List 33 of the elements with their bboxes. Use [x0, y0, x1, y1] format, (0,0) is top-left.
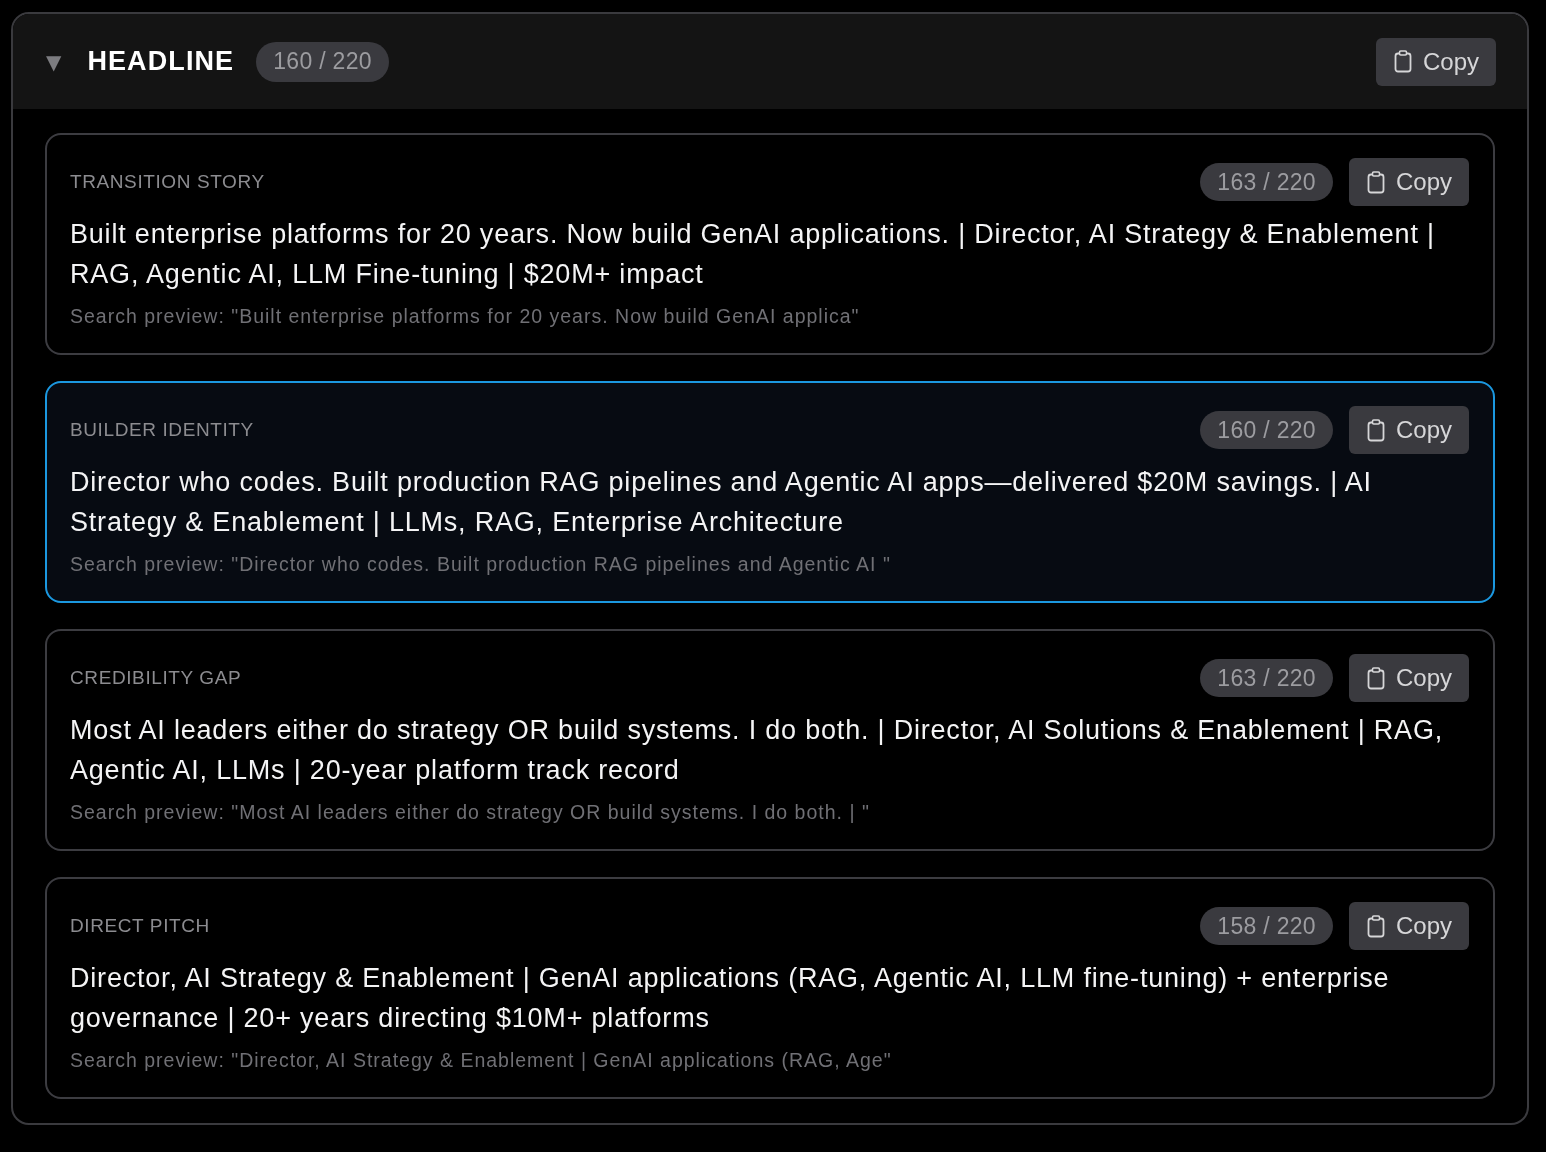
copy-button[interactable]: Copy — [1375, 37, 1496, 86]
headline-card[interactable] — [45, 629, 1495, 851]
clipboard-icon — [1366, 170, 1385, 194]
variant-label: TRANSITION STORY — [70, 171, 265, 193]
clipboard-icon — [1366, 418, 1385, 442]
character-count: 158 / 220 — [1200, 907, 1333, 945]
headline-text: Director who codes. Built production RAG pipelines and Agentic AI apps—delivered $20M savings. | AI Strategy & Enablement | LLMs, RAG, Enterprise Architecture — [70, 466, 1373, 539]
clipboard-icon — [1393, 50, 1412, 73]
search-preview: Search preview: "Director who codes. Built production RAG pipelines and Agentic AI " — [70, 552, 892, 577]
headline-card[interactable] — [45, 877, 1495, 1099]
search-preview: Search preview: "Most AI leaders either do strategy OR build systems. I do both. | " — [70, 800, 871, 825]
variant-label: DIRECT PITCH — [70, 915, 210, 937]
search-preview: Search preview: "Built enterprise platforms for 20 years. Now build GenAI applica" — [70, 304, 861, 329]
search-preview: Search preview: "Director, AI Strategy & Enablement | GenAI applications (RAG, Age" — [70, 1048, 893, 1073]
character-count: 160 / 220 — [1200, 411, 1333, 449]
copy-button[interactable]: Copy — [1348, 158, 1469, 206]
headline-text: Director, AI Strategy & Enablement | GenAI applications (RAG, Agentic AI, LLM fine-tuning) + enterprise governance | 20+ years directing $10M+ platforms — [70, 962, 1391, 1035]
character-count: 163 / 220 — [1200, 163, 1333, 201]
clipboard-icon — [1366, 666, 1385, 690]
headline-card[interactable] — [45, 381, 1495, 603]
clipboard-icon — [1366, 914, 1385, 938]
copy-button[interactable]: Copy — [1348, 902, 1469, 950]
variant-label: CREDIBILITY GAP — [70, 667, 242, 689]
headline-card[interactable] — [45, 133, 1495, 355]
collapse-toggle[interactable]: ▼ — [44, 51, 64, 72]
copy-button[interactable]: Copy — [1348, 654, 1469, 702]
variant-label: BUILDER IDENTITY — [70, 419, 254, 441]
copy-button[interactable]: Copy — [1348, 406, 1469, 454]
headline-text: Most AI leaders either do strategy OR build systems. I do both. | Director, AI Solutions & Enablement | RAG, Agentic AI, LLMs | 20-year platform track record — [70, 714, 1445, 787]
headline-text: Built enterprise platforms for 20 years. Now build GenAI applications. | Director, AI Strategy & Enablement | RAG, Agentic AI, LLM Fine-tuning | $20M+ impact — [70, 218, 1436, 291]
character-count: 163 / 220 — [1200, 659, 1333, 697]
character-count: 160 / 220 — [256, 41, 389, 82]
section-title: HEADLINE — [87, 46, 235, 77]
